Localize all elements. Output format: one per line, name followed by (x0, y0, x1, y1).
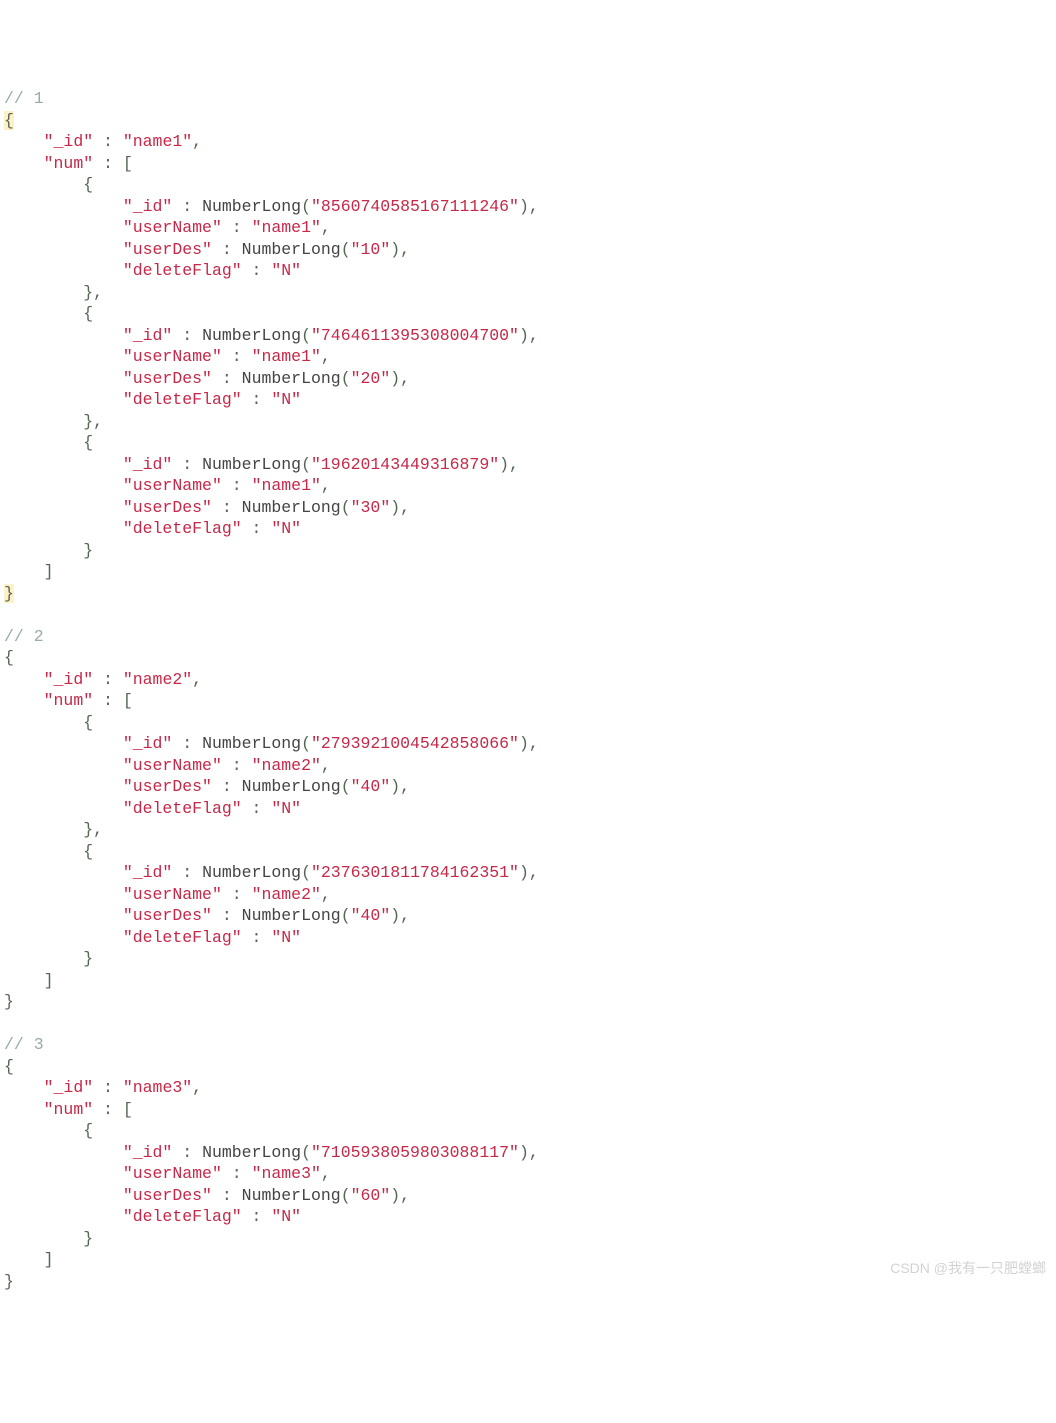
code-block: // 1 { "_id" : "name1", "num" : [ { "_id… (4, 88, 1052, 1292)
